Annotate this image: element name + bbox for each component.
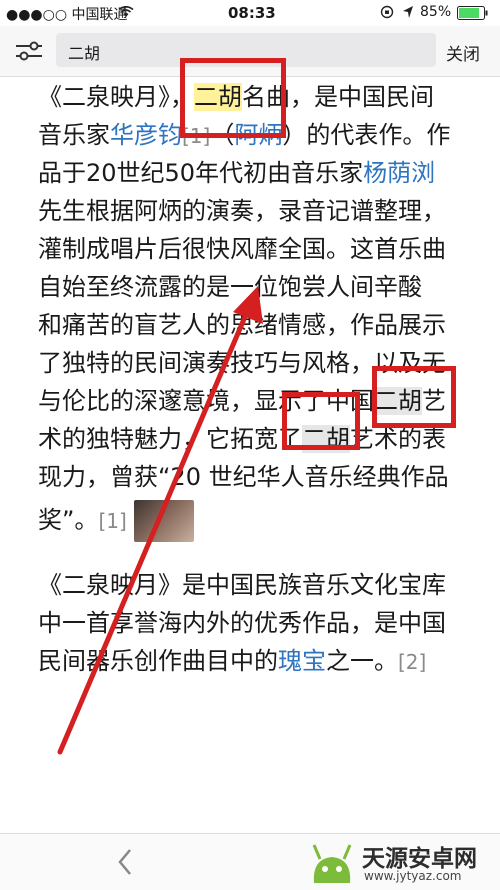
android-logo-icon [312, 844, 352, 883]
site-watermark: 天源安卓网 www.jytyaz.com [302, 837, 500, 887]
back-chevron-icon[interactable] [110, 842, 140, 882]
annotation-arrow-icon [57, 286, 263, 755]
watermark-url: www.jytyaz.com [364, 869, 462, 883]
watermark-title: 天源安卓网 [362, 846, 477, 872]
